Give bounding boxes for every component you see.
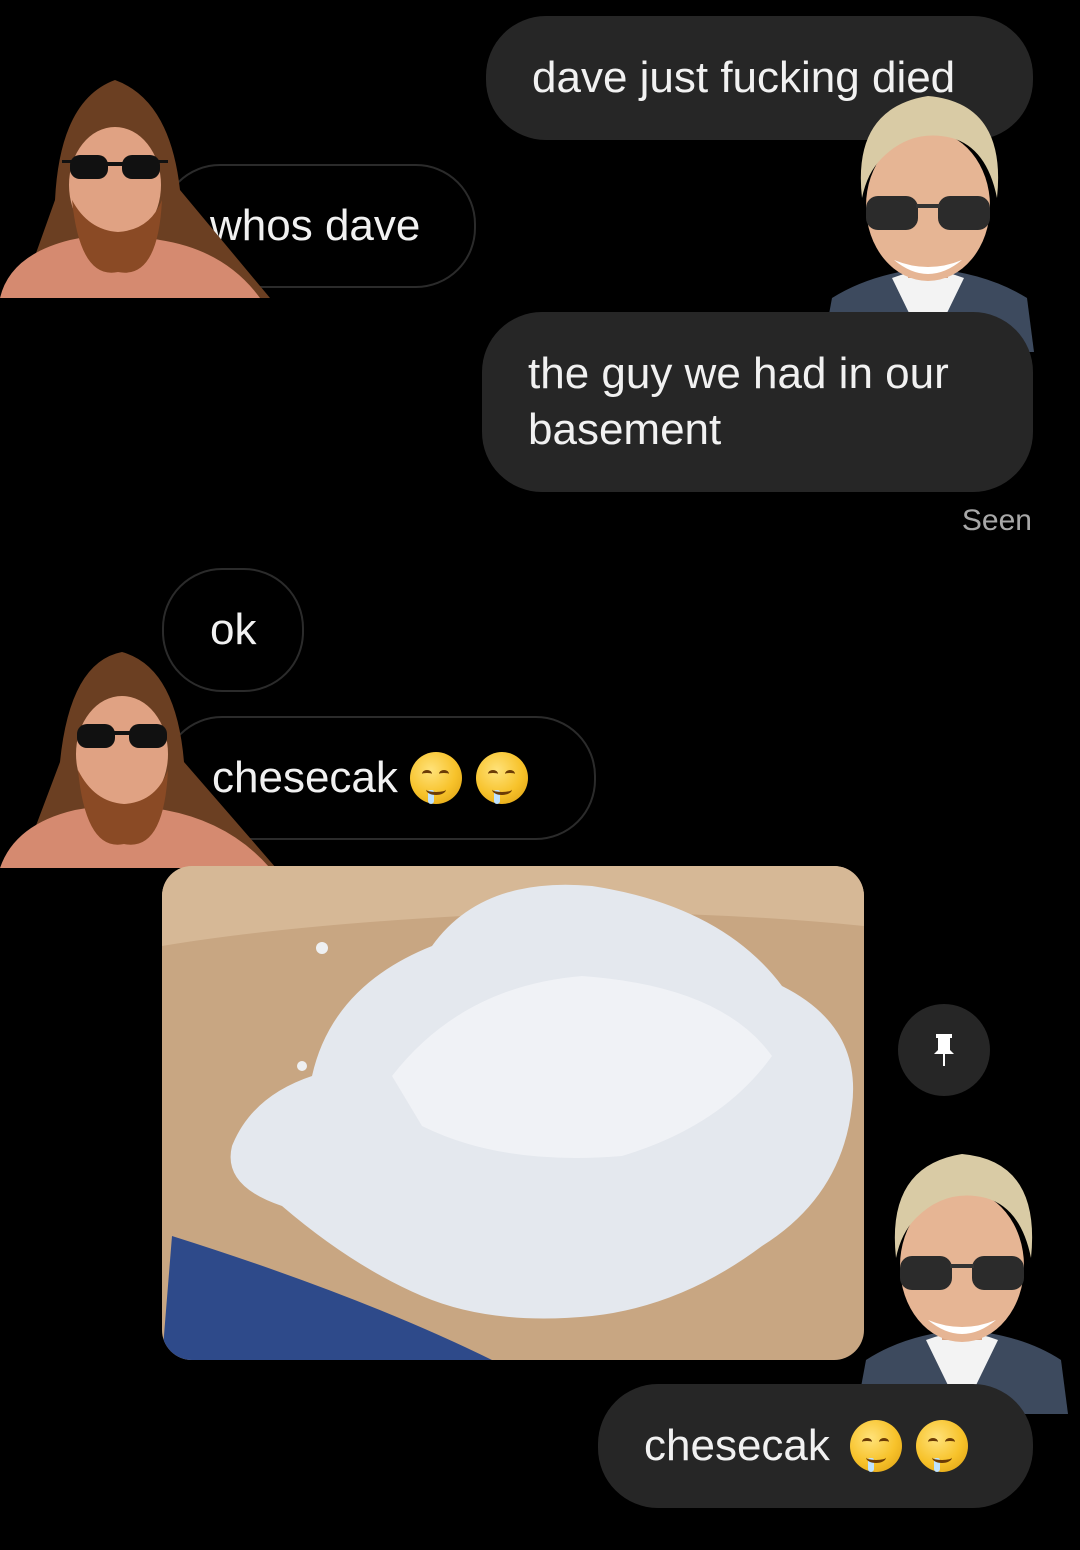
drooling-face-icon	[475, 752, 528, 804]
drooling-face-icon	[915, 1420, 968, 1472]
bearded-man-avatar	[0, 80, 270, 298]
drooling-face-icon	[849, 1420, 902, 1472]
cheesecake-photo[interactable]	[162, 866, 864, 1360]
message-text: ok	[210, 605, 257, 654]
blond-man-avatar	[856, 1146, 1068, 1414]
outgoing-message[interactable]: the guy we had in our basement	[482, 312, 1033, 492]
bearded-man-avatar	[0, 652, 276, 868]
message-text: the guy we had in our basement	[528, 349, 949, 454]
outgoing-message[interactable]: chesecak	[598, 1384, 1033, 1508]
message-text: chesecak	[644, 1421, 830, 1470]
pin-icon	[934, 1034, 954, 1066]
pin-button[interactable]	[898, 1004, 990, 1096]
drooling-face-icon	[409, 752, 462, 804]
seen-status: Seen	[961, 504, 1032, 537]
